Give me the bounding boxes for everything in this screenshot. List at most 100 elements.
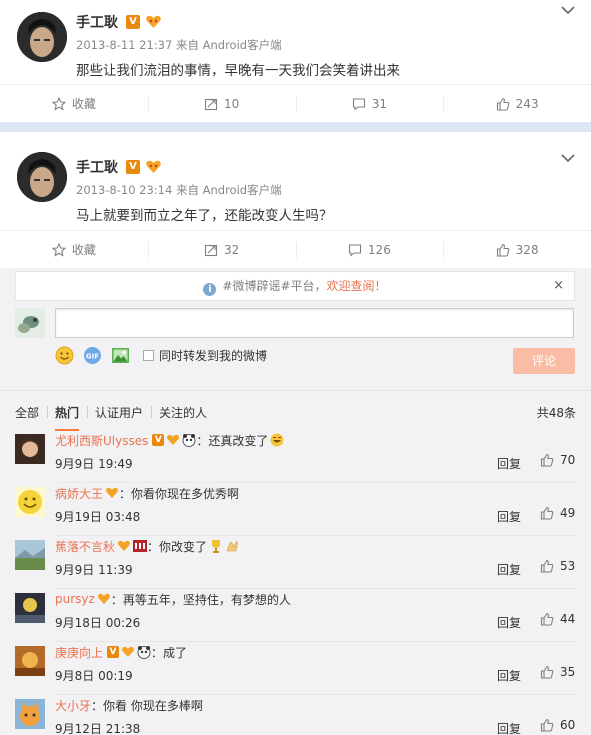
commenter-avatar[interactable] <box>15 646 45 676</box>
panda-icon <box>182 434 196 447</box>
favorite-label: 收藏 <box>71 243 96 257</box>
reply-button[interactable]: 回复 <box>497 561 521 578</box>
comment-button[interactable]: 31 <box>295 85 444 122</box>
comment-text-line: 蕉落不言秋 ：你改变了 <box>55 538 239 554</box>
commenter-name[interactable]: 尤利西斯Ulysses <box>55 432 148 449</box>
reply-button[interactable]: 回复 <box>497 455 521 472</box>
repost-count: 32 <box>223 242 240 257</box>
panda-icon <box>137 646 151 659</box>
filter-hot[interactable]: 热门 <box>47 404 87 431</box>
commenter-name[interactable]: pursyz <box>55 592 95 606</box>
composer-toolbar: GIF 同时转发到我的微博 <box>55 345 267 365</box>
chevron-down-icon[interactable] <box>561 5 575 15</box>
comment-text: 你看 你现在多棒啊 <box>103 698 203 713</box>
author-name[interactable]: 手工耿 <box>76 12 118 32</box>
comment-time: 9月9日 11:39 <box>55 563 133 577</box>
comment-item: 尤利西斯Ulysses V ：还真改变了 9月9日 19:49 回复 70 <box>0 430 591 483</box>
comment-text: 你看你现在多优秀啊 <box>131 486 240 501</box>
thumbs-up-icon <box>496 243 509 257</box>
post-2: 手工耿 V 2013-8-10 23:14 来自 Android客户端 马上就要… <box>0 132 591 268</box>
favorite-button[interactable]: 收藏 <box>0 85 148 122</box>
reply-button[interactable]: 回复 <box>497 720 521 735</box>
reply-button[interactable]: 回复 <box>497 508 521 525</box>
comment-icon <box>348 243 361 257</box>
thumbs-up-icon <box>496 97 509 111</box>
comment-text: 还真改变了 <box>208 433 269 448</box>
comment-like-count: 53 <box>560 559 576 573</box>
comment-like-count: 70 <box>560 453 576 467</box>
commenter-name[interactable]: 庚庚向上 <box>55 644 103 661</box>
forward-checkbox[interactable] <box>143 349 154 361</box>
repost-button[interactable]: 10 <box>147 85 296 122</box>
like-button[interactable]: 328 <box>443 231 591 268</box>
repost-icon <box>204 98 218 110</box>
verified-icon: V <box>152 434 165 446</box>
comment-separator: ： <box>147 539 160 554</box>
my-avatar <box>15 308 45 338</box>
favorite-button[interactable]: 收藏 <box>0 231 148 268</box>
commenter-name[interactable]: 大小牙 <box>55 697 91 714</box>
post-content: 那些让我们流泪的事情，早晚有一天我们会笑着讲出来 <box>76 63 400 79</box>
commenter-name[interactable]: 蕉落不言秋 <box>55 538 115 555</box>
comment-time: 9月18日 00:26 <box>55 616 141 630</box>
submit-comment-button[interactable]: 评论 <box>513 348 575 374</box>
comment-like-button[interactable]: 60 <box>540 718 575 732</box>
author-name[interactable]: 手工耿 <box>76 157 118 177</box>
gif-icon[interactable]: GIF <box>83 346 102 365</box>
member-icon <box>146 15 161 28</box>
image-icon[interactable] <box>111 346 130 365</box>
like-button[interactable]: 243 <box>443 85 591 122</box>
commenter-avatar[interactable] <box>15 487 45 517</box>
comment-button[interactable]: 126 <box>295 231 444 268</box>
comment-item: 大小牙 ：你看 你现在多棒啊 9月12日 21:38 回复 60 <box>0 695 591 735</box>
comment-like-button[interactable]: 35 <box>540 665 575 679</box>
filter-all[interactable]: 全部 <box>15 404 47 421</box>
comment-like-button[interactable]: 70 <box>540 453 575 467</box>
notice-text: #微博辟谣#平台， <box>222 279 327 293</box>
post-meta: 2013-8-10 23:14 来自 Android客户端 <box>76 183 282 197</box>
thumbs-up-icon <box>540 612 554 626</box>
reply-button[interactable]: 回复 <box>497 667 521 684</box>
comment-time: 9月19日 03:48 <box>55 510 141 524</box>
author-avatar[interactable] <box>17 152 67 202</box>
commenter-avatar[interactable] <box>15 699 45 729</box>
comment-like-button[interactable]: 44 <box>540 612 575 626</box>
comment-text-line: 病娇大王 ：你看你现在多优秀啊 <box>55 485 239 501</box>
svg-text:GIF: GIF <box>86 352 99 360</box>
repost-button[interactable]: 32 <box>147 231 296 268</box>
filter-verified[interactable]: 认证用户 <box>87 404 151 421</box>
comment-like-count: 60 <box>560 718 576 732</box>
author-avatar[interactable] <box>17 12 67 62</box>
reply-button[interactable]: 回复 <box>497 614 521 631</box>
comment-separator: ： <box>119 486 132 501</box>
star-icon <box>51 242 66 257</box>
comment-like-button[interactable]: 53 <box>540 559 575 573</box>
commenter-avatar[interactable] <box>15 593 45 623</box>
notice-link[interactable]: 欢迎查阅！ <box>327 279 387 293</box>
comment-like-button[interactable]: 49 <box>540 506 575 520</box>
comment-text: 成了 <box>163 645 188 660</box>
emoji-icon[interactable] <box>55 346 74 365</box>
comment-count: 126 <box>367 242 391 257</box>
comment-like-count: 35 <box>560 665 576 679</box>
thumbs-up-icon <box>540 559 554 573</box>
chevron-down-icon[interactable] <box>561 153 575 163</box>
feed-separator <box>0 122 591 132</box>
comment-time: 9月12日 21:38 <box>55 722 141 735</box>
laugh-emoji-icon <box>270 433 284 447</box>
close-icon[interactable]: × <box>553 272 564 300</box>
post-content: 马上就要到而立之年了，还能改变人生吗？ <box>76 208 333 224</box>
member-icon <box>146 160 161 173</box>
comment-text-line: pursyz ：再等五年，坚持住，有梦想的人 <box>55 591 291 607</box>
post-actions: 收藏 10 31 243 <box>0 84 591 122</box>
comment-input[interactable] <box>55 308 574 338</box>
filter-following[interactable]: 关注的人 <box>151 404 215 421</box>
clap-icon <box>226 541 238 552</box>
commenter-name[interactable]: 病娇大王 <box>55 485 103 502</box>
commenter-avatar[interactable] <box>15 540 45 570</box>
thumbs-up-icon <box>540 718 554 732</box>
like-count: 328 <box>515 242 539 257</box>
commenter-avatar[interactable] <box>15 434 45 464</box>
comment-item: 病娇大王 ：你看你现在多优秀啊 9月19日 03:48 回复 49 <box>0 483 591 536</box>
member-icon <box>97 593 110 604</box>
